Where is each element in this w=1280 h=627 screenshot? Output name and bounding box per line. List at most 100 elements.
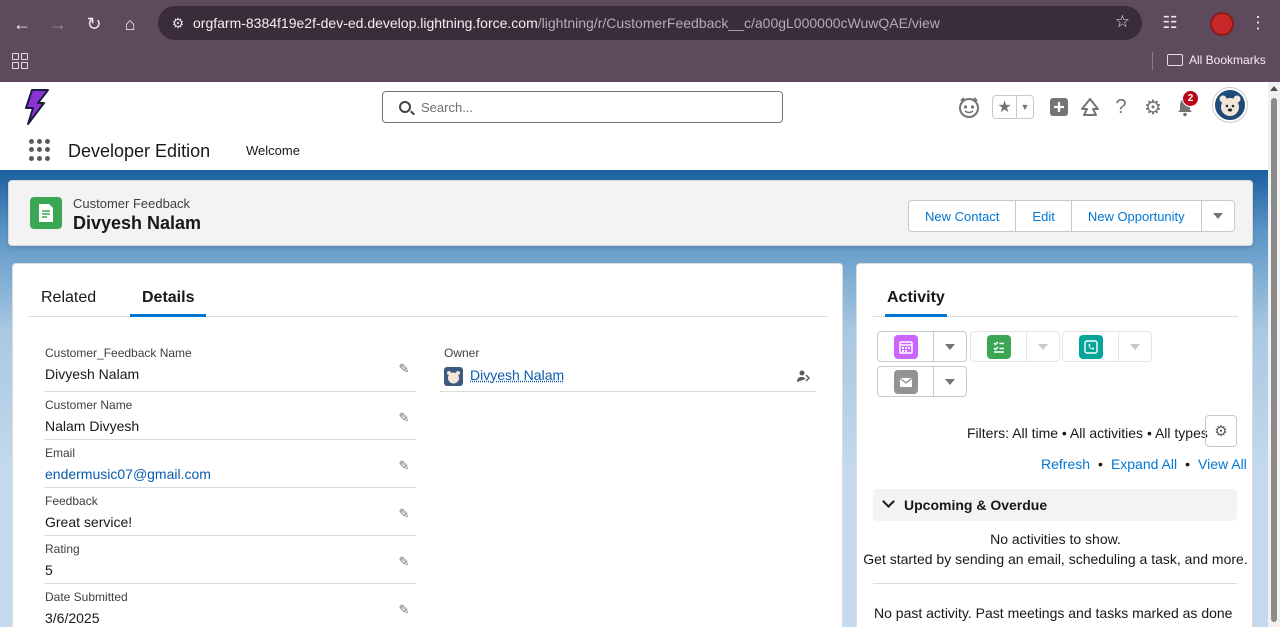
field-label: Owner — [444, 346, 480, 360]
browser-menu-icon[interactable]: ⋮ — [1244, 9, 1272, 37]
send-email-dropdown[interactable] — [934, 367, 966, 396]
app-name: Developer Edition — [68, 141, 211, 161]
field-label: Customer_Feedback Name — [45, 346, 192, 360]
activity-card: Activity Filters: All time • All activit… — [856, 263, 1253, 627]
task-icon — [986, 334, 1011, 359]
view-all-link[interactable]: View All — [1198, 456, 1247, 472]
new-event-button[interactable] — [877, 331, 967, 362]
url-host: orgfarm-8384f19e2f-dev-ed.develop.lightn… — [193, 15, 538, 31]
upcoming-overdue-title: Upcoming & Overdue — [904, 497, 1048, 513]
email-icon — [893, 369, 918, 394]
favorites-button[interactable]: ★ ▼ — [992, 95, 1034, 119]
field-rating: Rating 5 ✎ — [44, 542, 416, 584]
new-task-dropdown[interactable] — [1027, 332, 1059, 361]
phone-icon — [1078, 334, 1103, 359]
bookmark-star-icon[interactable]: ☆ — [1115, 12, 1130, 32]
edit-pencil-icon[interactable]: ✎ — [396, 554, 412, 570]
trailhead-icon[interactable] — [1076, 93, 1104, 121]
chevron-down-icon — [1130, 343, 1140, 350]
expand-all-link[interactable]: Expand All — [1111, 456, 1177, 472]
field-label: Date Submitted — [45, 590, 128, 604]
tab-activity[interactable]: Activity — [885, 289, 947, 317]
bookmarks-bar: All Bookmarks — [0, 48, 1280, 82]
browser-profile-avatar[interactable] — [1210, 12, 1234, 36]
change-owner-icon[interactable] — [796, 369, 812, 385]
home-icon[interactable]: ⌂ — [115, 9, 145, 39]
chevron-down-icon[interactable] — [882, 495, 895, 508]
setup-gear-icon[interactable]: ⚙ — [1139, 93, 1167, 121]
folder-icon — [1167, 54, 1183, 66]
field-value: 3/6/2025 — [45, 610, 100, 626]
owner-link[interactable]: Divyesh Nalam — [470, 367, 564, 383]
url-path: /lightning/r/CustomerFeedback__c/a00gL00… — [537, 15, 940, 31]
no-activities-message: No activities to show. — [990, 531, 1121, 547]
activity-links: Refresh • Expand All • View All — [1041, 456, 1247, 472]
scroll-up-icon[interactable] — [1270, 86, 1278, 91]
send-email-button[interactable] — [877, 366, 967, 397]
timeline-settings-gear-icon[interactable]: ⚙ — [1205, 415, 1237, 447]
new-contact-button[interactable]: New Contact — [909, 201, 1017, 231]
new-event-dropdown[interactable] — [934, 332, 966, 361]
url-text: orgfarm-8384f19e2f-dev-ed.develop.lightn… — [193, 15, 940, 31]
bookmarks-divider — [1152, 52, 1153, 70]
edit-pencil-icon[interactable]: ✎ — [396, 361, 412, 377]
all-bookmarks-button[interactable]: All Bookmarks — [1167, 53, 1266, 67]
dev-edition-logo-icon[interactable] — [22, 88, 50, 126]
extensions-icon[interactable]: ☷ — [1156, 9, 1184, 37]
log-call-main[interactable] — [1063, 332, 1119, 361]
edit-button[interactable]: Edit — [1016, 201, 1072, 231]
field-label: Email — [45, 446, 76, 460]
help-icon[interactable]: ? — [1107, 93, 1135, 121]
new-task-main[interactable] — [971, 332, 1027, 361]
new-task-button[interactable] — [970, 331, 1060, 362]
send-email-main[interactable] — [878, 367, 934, 396]
new-opportunity-button[interactable]: New Opportunity — [1072, 201, 1202, 231]
new-event-main[interactable] — [878, 332, 934, 361]
search-input[interactable] — [421, 98, 761, 116]
edit-pencil-icon[interactable]: ✎ — [396, 506, 412, 522]
activity-divider — [873, 583, 1237, 584]
field-value: Divyesh Nalam — [45, 366, 140, 382]
forward-icon[interactable]: → — [43, 9, 73, 39]
activity-filters: Filters: All time • All activities • All… — [967, 425, 1208, 441]
agentforce-icon[interactable] — [955, 93, 983, 121]
app-launcher-icon[interactable] — [29, 139, 51, 161]
tab-details[interactable]: Details — [130, 289, 207, 317]
user-avatar[interactable] — [1213, 88, 1247, 122]
reload-icon[interactable]: ↻ — [79, 9, 109, 39]
field-feedback: Feedback Great service! ✎ — [44, 494, 416, 536]
more-actions-button[interactable] — [1202, 201, 1234, 231]
chevron-down-icon — [1038, 343, 1048, 350]
scrollbar-thumb[interactable] — [1271, 98, 1277, 622]
back-icon[interactable]: ← — [7, 9, 37, 39]
page-scrollbar[interactable] — [1268, 82, 1280, 627]
owner-avatar — [444, 367, 463, 386]
field-owner: Owner Divyesh Nalam — [440, 346, 816, 392]
favorites-dropdown-icon[interactable]: ▼ — [1017, 96, 1033, 118]
favorites-star-icon[interactable]: ★ — [993, 96, 1017, 118]
field-value: 5 — [45, 562, 53, 578]
browser-chrome: ← → ↻ ⌂ ⚙ orgfarm-8384f19e2f-dev-ed.deve… — [0, 0, 1280, 82]
notification-count-badge: 2 — [1182, 90, 1199, 107]
field-customer-name: Customer Name Nalam Divyesh ✎ — [44, 398, 416, 440]
chevron-down-icon — [1212, 213, 1223, 219]
apps-icon[interactable] — [12, 53, 28, 69]
refresh-link[interactable]: Refresh — [1041, 456, 1090, 472]
log-call-dropdown[interactable] — [1119, 332, 1151, 361]
record-actions: New Contact Edit New Opportunity — [908, 200, 1235, 232]
global-actions-icon[interactable] — [1045, 93, 1073, 121]
separator-dot: • — [1185, 456, 1191, 472]
address-bar[interactable]: ⚙ orgfarm-8384f19e2f-dev-ed.develop.ligh… — [158, 6, 1142, 40]
get-started-message: Get started by sending an email, schedul… — [863, 551, 1248, 567]
email-link[interactable]: endermusic07@gmail.com — [45, 466, 211, 482]
edit-pencil-icon[interactable]: ✎ — [396, 602, 412, 618]
global-search[interactable] — [382, 91, 783, 123]
search-icon — [399, 101, 411, 113]
edit-pencil-icon[interactable]: ✎ — [396, 410, 412, 426]
upcoming-overdue-section[interactable]: Upcoming & Overdue — [873, 489, 1237, 521]
site-info-icon[interactable]: ⚙ — [166, 11, 190, 35]
tab-related[interactable]: Related — [41, 289, 96, 317]
log-call-button[interactable] — [1062, 331, 1152, 362]
edit-pencil-icon[interactable]: ✎ — [396, 458, 412, 474]
nav-item-welcome[interactable]: Welcome — [246, 143, 300, 158]
